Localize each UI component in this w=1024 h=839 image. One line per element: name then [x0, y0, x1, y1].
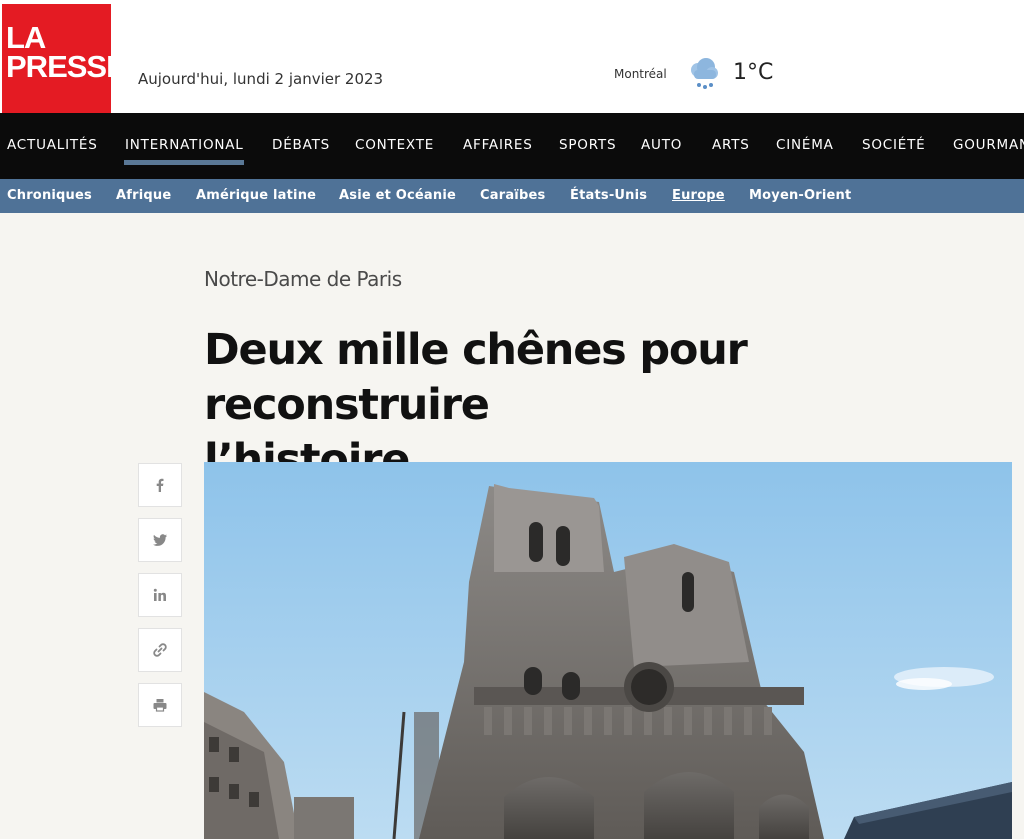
- share-linkedin-button[interactable]: [138, 573, 182, 617]
- subnav-item-etats-unis[interactable]: États-Unis: [570, 188, 647, 203]
- site-header: LA PRESSE Aujourd'hui, lundi 2 janvier 2…: [0, 0, 1024, 113]
- weather-city: Montréal: [614, 67, 667, 81]
- rain-cloud-icon: [691, 58, 718, 89]
- share-twitter-button[interactable]: [138, 518, 182, 562]
- nav-item-debats[interactable]: DÉBATS: [272, 137, 330, 153]
- nav-item-gourmand[interactable]: GOURMAND: [953, 137, 1024, 153]
- article-kicker[interactable]: Notre-Dame de Paris: [204, 267, 402, 291]
- la-presse-logo[interactable]: LA PRESSE: [2, 4, 127, 113]
- subnav-item-asie-oceanie[interactable]: Asie et Océanie: [339, 188, 456, 203]
- nav-item-international[interactable]: INTERNATIONAL: [125, 137, 244, 153]
- subnav-item-caraibes[interactable]: Caraïbes: [480, 188, 545, 203]
- nav-item-sports[interactable]: SPORTS: [559, 137, 616, 153]
- subnav-item-amerique-latine[interactable]: Amérique latine: [196, 188, 316, 203]
- headline-line-1: Deux mille chênes pour reconstruire: [204, 325, 748, 430]
- subnav-item-chroniques[interactable]: Chroniques: [7, 188, 92, 203]
- subnav-item-europe[interactable]: Europe: [672, 188, 725, 203]
- linkedin-icon: [153, 588, 166, 601]
- nav-item-actualites[interactable]: ACTUALITÉS: [7, 137, 98, 153]
- notre-dame-photo: [204, 462, 1012, 839]
- main-nav: ACTUALITÉS INTERNATIONAL DÉBATS CONTEXTE…: [0, 113, 1024, 179]
- logo-line-2: PRESSE: [6, 49, 127, 84]
- twitter-icon: [153, 534, 167, 546]
- share-facebook-button[interactable]: [138, 463, 182, 507]
- nav-item-auto[interactable]: AUTO: [641, 137, 682, 153]
- nav-item-arts[interactable]: ARTS: [712, 137, 750, 153]
- print-icon: [153, 699, 167, 712]
- print-button[interactable]: [138, 683, 182, 727]
- subnav-item-afrique[interactable]: Afrique: [116, 188, 171, 203]
- link-icon: [153, 643, 167, 657]
- nav-item-affaires[interactable]: AFFAIRES: [463, 137, 533, 153]
- nav-item-cinema[interactable]: CINÉMA: [776, 137, 834, 153]
- nav-item-societe[interactable]: SOCIÉTÉ: [862, 137, 926, 153]
- nav-item-contexte[interactable]: CONTEXTE: [355, 137, 434, 153]
- subnav-item-moyen-orient[interactable]: Moyen-Orient: [749, 188, 851, 203]
- weather-temperature: 1°C: [733, 60, 774, 85]
- sub-nav: Chroniques Afrique Amérique latine Asie …: [0, 179, 1024, 213]
- current-date: Aujourd'hui, lundi 2 janvier 2023: [138, 70, 384, 88]
- copy-link-button[interactable]: [138, 628, 182, 672]
- active-nav-indicator: [124, 160, 244, 165]
- facebook-icon: [156, 478, 164, 492]
